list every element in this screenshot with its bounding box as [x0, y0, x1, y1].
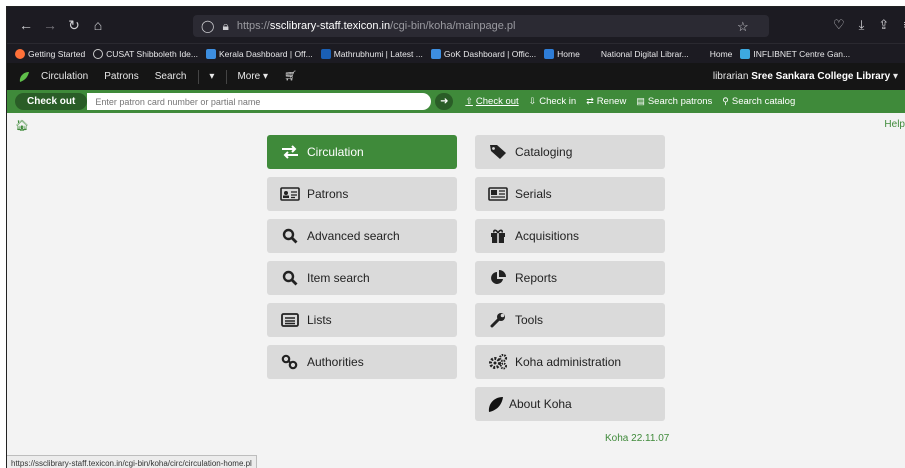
renew-link[interactable]: ⇄ Renew	[586, 96, 626, 107]
cart-icon[interactable]: 🛒︎	[284, 71, 297, 82]
bookmark-item[interactable]: Getting Started	[15, 48, 85, 59]
help-link[interactable]: Help	[884, 119, 905, 130]
bookmark-item[interactable]: CUSAT Shibboleth Ide...	[93, 48, 198, 59]
download-icon: ⇩	[528, 96, 537, 106]
home-bookmark-icon	[696, 48, 707, 59]
nav-more[interactable]: More ▾	[237, 71, 268, 82]
patron-search-input[interactable]	[87, 93, 432, 110]
bookmark-item[interactable]: Home	[696, 48, 732, 59]
bookmark-item[interactable]: Home	[544, 48, 580, 59]
nav-divider	[198, 69, 200, 84]
shield-icon[interactable]: ◯	[201, 19, 214, 33]
nav-patrons[interactable]: Patrons	[104, 71, 138, 82]
bookmark-star-icon[interactable]: ☆	[737, 19, 749, 35]
tag-icon	[487, 143, 509, 161]
lock-icon[interactable]: 🔒︎	[222, 19, 228, 34]
checkin-link[interactable]: ⇩ Check in	[529, 96, 577, 107]
newspaper-icon	[487, 185, 509, 203]
acquisitions-button[interactable]: Acquisitions	[475, 219, 665, 253]
exchange-icon	[279, 143, 301, 161]
cataloging-button[interactable]: Cataloging	[475, 135, 665, 169]
gift-icon	[487, 227, 509, 245]
retweet-icon: ⇄	[586, 96, 594, 106]
url-path: /cgi-bin/koha/mainpage.pl	[390, 20, 516, 32]
extensions-icon[interactable]: ⇪	[878, 17, 889, 33]
bookmark-item[interactable]: National Digital Librar...	[587, 48, 689, 59]
reports-button[interactable]: Reports	[475, 261, 665, 295]
upload-icon: ⇧	[465, 96, 473, 106]
home-breadcrumb-icon[interactable]: 🏠︎	[15, 119, 29, 132]
serials-button[interactable]: Serials	[475, 177, 665, 211]
kerala-dashboard-icon	[206, 48, 216, 59]
about-koha-button[interactable]: About Koha	[475, 387, 665, 421]
tools-button[interactable]: Tools	[475, 303, 665, 337]
id-card-icon	[279, 185, 301, 203]
id-card-icon: ▤	[636, 96, 645, 106]
back-icon[interactable]: ←	[15, 14, 37, 36]
user-name: librarian	[712, 71, 749, 82]
koha-top-nav: Circulation Patrons Search ▾ More ▾ 🛒︎ l…	[7, 63, 905, 90]
library-name: Sree Sankara College Library	[751, 71, 891, 82]
nav-dropdown-caret-icon[interactable]: ▾	[209, 71, 214, 82]
url-prefix: https://	[236, 20, 270, 32]
lists-button[interactable]: Lists	[267, 303, 457, 337]
gok-dashboard-icon	[430, 48, 441, 59]
forward-icon[interactable]: →	[39, 14, 61, 36]
checkout-tab[interactable]: Check out	[15, 93, 88, 110]
authorities-button[interactable]: Authorities	[267, 345, 457, 379]
pocket-icon[interactable]: ♡	[833, 17, 845, 33]
browser-window: ← → ↻ ⌂ ◯ 🔒︎ https://ssclibrary-staff.te…	[6, 6, 905, 468]
downloads-icon[interactable]: ⤓	[859, 17, 865, 33]
cogs-icon	[487, 353, 509, 371]
firefox-icon	[15, 48, 25, 59]
koha-administration-button[interactable]: Koha administration	[475, 345, 665, 379]
nav-search[interactable]: Search	[155, 71, 187, 82]
ndl-icon	[587, 48, 598, 59]
item-search-button[interactable]: Item search	[267, 261, 457, 295]
browser-actions: ♡ ⤓ ⇪ ≡	[833, 17, 905, 33]
home-icon[interactable]: ⌂	[87, 14, 109, 36]
inflibnet-icon	[740, 48, 751, 59]
list-icon	[279, 311, 301, 329]
search-icon	[279, 227, 301, 245]
nav-circulation[interactable]: Circulation	[41, 71, 88, 82]
bookmark-item[interactable]: INFLIBNET Centre Gan...	[740, 48, 850, 59]
globe-icon	[93, 48, 104, 59]
link-icon	[279, 353, 301, 371]
koha-version: Koha 22.11.07	[605, 433, 670, 444]
submit-arrow-icon[interactable]: ➜	[435, 93, 454, 110]
checkout-link[interactable]: ⇧ Check out	[465, 96, 518, 107]
koha-logo-icon[interactable]	[17, 70, 31, 84]
mathrubhumi-icon	[320, 48, 331, 59]
search-patrons-link[interactable]: ▤ Search patrons	[636, 96, 712, 107]
bookmark-item[interactable]: GoK Dashboard | Offic...	[430, 48, 536, 59]
search-icon	[279, 269, 301, 287]
search-icon: ⚲	[722, 96, 729, 106]
koha-leaf-icon	[485, 395, 507, 413]
bookmarks-bar: Getting Started CUSAT Shibboleth Ide... …	[7, 43, 905, 63]
bookmark-item[interactable]: Kerala Dashboard | Off...	[206, 48, 313, 59]
circulation-button[interactable]: Circulation	[267, 135, 457, 169]
patrons-button[interactable]: Patrons	[267, 177, 457, 211]
pie-chart-icon	[487, 269, 509, 287]
url-host: ssclibrary-staff.texicon.in	[269, 20, 391, 32]
header-search-bar: Check out ➜ ⇧Check out ⇩Check in ⇄Renew …	[7, 90, 905, 113]
advanced-search-button[interactable]: Advanced search	[267, 219, 457, 253]
nav-divider	[226, 69, 228, 84]
wrench-icon	[487, 311, 509, 329]
bookmark-item[interactable]: Mathrubhumi | Latest ...	[320, 48, 423, 59]
home-bookmark-icon	[544, 48, 555, 59]
logged-in-user[interactable]: librarian Sree Sankara College Library ▾	[713, 71, 898, 82]
status-bar-url: https://ssclibrary-staff.texicon.in/cgi-…	[7, 455, 257, 468]
reload-icon[interactable]: ↻	[63, 14, 85, 36]
search-catalog-link[interactable]: ⚲ Search catalog	[722, 96, 795, 107]
url-bar[interactable]: ◯ 🔒︎ https://ssclibrary-staff.texicon.in…	[193, 15, 769, 37]
